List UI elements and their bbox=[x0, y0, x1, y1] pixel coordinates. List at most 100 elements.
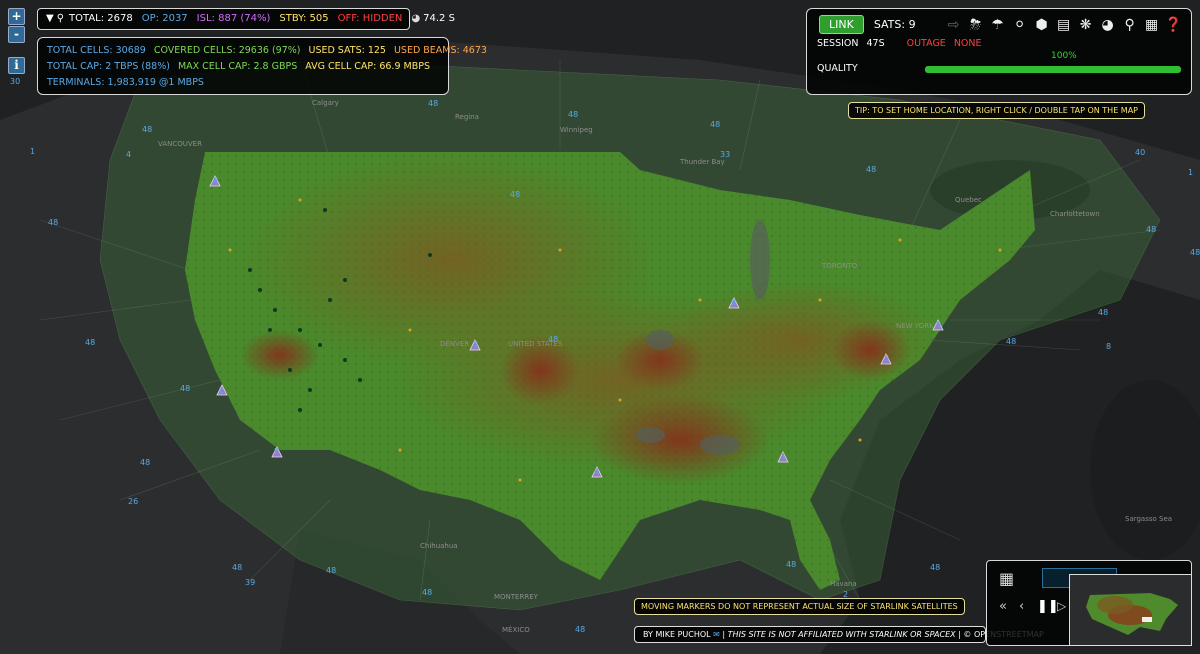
map-label: 1 bbox=[30, 147, 36, 156]
rain-icon[interactable]: ☂ bbox=[988, 16, 1008, 34]
map-label: 48 bbox=[1190, 248, 1200, 257]
city-label: Calgary bbox=[312, 99, 339, 107]
cells-stats-panel: TOTAL CELLS: 30689 COVERED CELLS: 29636 … bbox=[37, 37, 487, 95]
city-label: Charlottetown bbox=[1050, 210, 1100, 218]
coverage-map[interactable] bbox=[0, 0, 1200, 654]
twitter-icon[interactable]: ✉ bbox=[713, 630, 720, 639]
map-label: 4 bbox=[126, 150, 132, 159]
map-label: 48 bbox=[428, 99, 439, 108]
map-label: 48 bbox=[85, 338, 96, 347]
gauge-icon[interactable]: ◕ bbox=[1098, 16, 1118, 34]
city-label: DENVER bbox=[440, 340, 470, 348]
map-label: 9 bbox=[936, 320, 942, 329]
isl-count: ISL: 887 (74%) bbox=[196, 13, 271, 24]
pause-icon[interactable]: ❚❚ bbox=[1037, 599, 1059, 614]
city-label: Regina bbox=[455, 113, 479, 121]
exit-icon[interactable]: ⇨ bbox=[944, 16, 964, 34]
total-capacity: TOTAL CAP: 2 TBPS (88%) bbox=[47, 61, 170, 72]
step-back-icon[interactable]: ‹ bbox=[1019, 599, 1024, 614]
quality-label: QUALITY bbox=[817, 63, 858, 74]
map-label: 48 bbox=[1146, 225, 1157, 234]
map-label: 8 bbox=[1106, 342, 1112, 351]
standby-count: STBY: 505 bbox=[279, 13, 329, 24]
terminals: TERMINALS: 1,983,919 @1 MBPS bbox=[47, 77, 204, 88]
map-app[interactable]: 30 48 48 48 48 48 48 48 48 48 48 48 48 4… bbox=[0, 0, 1200, 654]
total-count: TOTAL: 2678 bbox=[69, 13, 133, 24]
map-label: 30 bbox=[10, 77, 21, 86]
city-label: Thunder Bay bbox=[680, 158, 725, 166]
map-label: 48 bbox=[142, 125, 153, 134]
session-label: SESSION bbox=[817, 38, 859, 49]
play-icon[interactable]: ▷ bbox=[1057, 599, 1066, 613]
off-status[interactable]: OFF: HIDDEN bbox=[338, 13, 403, 24]
city-label: Winnipeg bbox=[560, 126, 593, 134]
rewind-icon[interactable]: « bbox=[999, 599, 1007, 614]
map-label: 48 bbox=[510, 190, 521, 199]
city-label: Chihuahua bbox=[420, 542, 458, 550]
map-label: 48 bbox=[422, 588, 433, 597]
map-label: 40 bbox=[1135, 148, 1146, 157]
time-controls: ▦ « ‹ ❚❚ ▷ bbox=[986, 560, 1192, 646]
city-label: Quebec bbox=[955, 196, 982, 204]
author-credit[interactable]: BY MIKE PUCHOL bbox=[643, 630, 711, 639]
map-label: 3 bbox=[884, 354, 890, 363]
search-icon[interactable]: ⚲ bbox=[57, 13, 64, 24]
map-label: 1 bbox=[781, 452, 787, 461]
link-panel: LINK SATS: 9 ⇨ ⛈ ☂ ⚪ ⬢ ▤ ❋ ◕ ⚲ ▦ ❓ SESSI… bbox=[806, 8, 1192, 95]
map-label: 1 bbox=[1188, 168, 1194, 177]
grid-icon[interactable]: ▦ bbox=[1142, 16, 1162, 34]
city-label: MÉXICO bbox=[502, 626, 530, 634]
map-label: 39 bbox=[245, 578, 256, 587]
planet-icon[interactable]: ⚪ bbox=[1010, 16, 1030, 34]
map-label: 48 bbox=[866, 165, 877, 174]
zoom-in-button[interactable]: + bbox=[8, 8, 25, 25]
map-label: 48 bbox=[710, 120, 721, 129]
city-label: Havana bbox=[830, 580, 857, 588]
map-label: 48 bbox=[930, 563, 941, 572]
map-label: 48 bbox=[48, 218, 59, 227]
minimap[interactable] bbox=[1069, 574, 1192, 646]
outage-label: OUTAGE bbox=[906, 38, 946, 49]
zoom-out-button[interactable]: - bbox=[8, 26, 25, 43]
max-cell-capacity: MAX CELL CAP: 2.8 GBPS bbox=[177, 61, 298, 72]
map-label: 8 bbox=[213, 176, 219, 185]
storm-icon[interactable]: ⛈ bbox=[966, 16, 986, 34]
city-label: TORONTO bbox=[822, 262, 858, 270]
covered-cells: COVERED CELLS: 29636 (97%) bbox=[153, 45, 301, 56]
calendar-icon[interactable]: ▦ bbox=[999, 569, 1014, 588]
map-label: 48 bbox=[140, 458, 151, 467]
quality-percent: 100% bbox=[1051, 51, 1077, 61]
help-icon[interactable]: ❓ bbox=[1164, 16, 1184, 34]
info-button[interactable]: i bbox=[8, 57, 25, 74]
footer-bar: BY MIKE PUCHOL ✉ | THIS SITE IS NOT AFFI… bbox=[634, 626, 1044, 643]
map-label: 4 bbox=[594, 467, 600, 476]
avg-cell-capacity: AVG CELL CAP: 66.9 MBPS bbox=[305, 61, 430, 72]
web-icon[interactable]: ❋ bbox=[1076, 16, 1096, 34]
map-label: 2 bbox=[219, 386, 225, 395]
map-label: 48 bbox=[1006, 337, 1017, 346]
city-label: VANCOUVER bbox=[158, 140, 202, 148]
bar-chart-icon[interactable]: ▤ bbox=[1054, 16, 1074, 34]
city-label: Sargasso Sea bbox=[1125, 515, 1173, 523]
map-label: 3 bbox=[473, 340, 479, 349]
map-label: 48 bbox=[326, 566, 337, 575]
gauge-icon: ◕ bbox=[411, 13, 421, 24]
disclaimer: THIS SITE IS NOT AFFILIATED WITH STARLIN… bbox=[727, 630, 956, 639]
link-button[interactable]: LINK bbox=[819, 15, 864, 34]
markers-note: MOVING MARKERS DO NOT REPRESENT ACTUAL S… bbox=[634, 598, 965, 615]
hexagon-icon[interactable]: ⬢ bbox=[1032, 16, 1052, 34]
elapsed-time: 74.2 S bbox=[423, 13, 455, 24]
map-label: 48 bbox=[786, 560, 797, 569]
map-label: 48 bbox=[180, 384, 191, 393]
session-value: 47S bbox=[866, 38, 885, 49]
total-cells: TOTAL CELLS: 30689 bbox=[47, 45, 146, 56]
city-label: MONTERREY bbox=[494, 593, 538, 601]
filter-icon[interactable]: ▼ bbox=[46, 13, 54, 24]
map-label: 5 bbox=[274, 447, 280, 456]
separator: | bbox=[958, 630, 961, 639]
flask-icon[interactable]: ⚲ bbox=[1120, 16, 1140, 34]
quality-bar-track bbox=[925, 66, 1181, 73]
quality-bar-fill bbox=[925, 66, 1181, 73]
map-label: 48 bbox=[575, 625, 586, 634]
city-label: UNITED STATES bbox=[508, 340, 563, 348]
